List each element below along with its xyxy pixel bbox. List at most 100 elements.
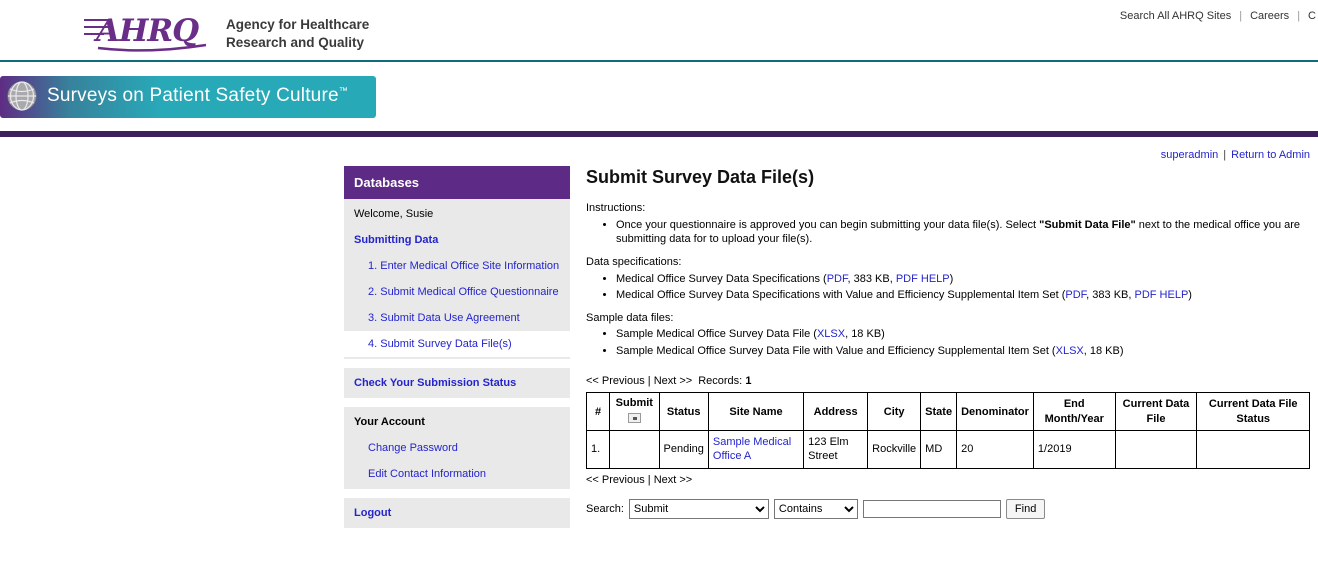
ahrq-logo[interactable]: AHRQ <box>84 7 212 60</box>
cell-denominator: 20 <box>957 430 1034 468</box>
col-header-end-month-year: End Month/Year <box>1033 393 1115 431</box>
agency-name: Agency for Healthcare Research and Quali… <box>226 16 369 51</box>
records-label: Records: <box>698 375 742 387</box>
col-header-state: State <box>921 393 957 431</box>
sidebar-item-logout[interactable]: Logout <box>344 500 570 526</box>
sidebar-item-enter-site-information[interactable]: 1. Enter Medical Office Site Information <box>344 253 570 279</box>
admin-bar: superadmin | Return to Admin <box>344 149 1310 161</box>
sops-banner: Surveys on Patient Safety Culture™ <box>0 76 376 118</box>
top-nav-separator: | <box>1239 10 1242 22</box>
records-count: Records: 1 <box>698 375 751 387</box>
col-header-number: # <box>587 393 610 431</box>
cell-state: MD <box>921 430 957 468</box>
cell-city: Rockville <box>868 430 921 468</box>
search-operator-select[interactable]: Contains <box>774 499 858 519</box>
page-title: Submit Survey Data File(s) <box>586 166 1310 189</box>
next-link[interactable]: Next >> <box>654 375 693 387</box>
sidebar-your-account-heading: Your Account <box>344 409 570 435</box>
search-label: Search: <box>586 502 624 516</box>
pagination-top: << Previous | Next >> Records: 1 <box>586 374 1310 388</box>
pdf-help-link[interactable]: PDF HELP <box>896 273 950 285</box>
find-button[interactable]: Find <box>1006 499 1045 519</box>
sample-file-bullet: Sample Medical Office Survey Data File (… <box>616 327 1310 341</box>
pdf-link[interactable]: PDF <box>1065 289 1086 301</box>
cell-status: Pending <box>659 430 708 468</box>
col-header-denominator: Denominator <box>957 393 1034 431</box>
sidebar-item-edit-contact-information[interactable]: Edit Contact Information <box>344 461 570 487</box>
col-header-current-data-file: Current Data File <box>1115 393 1197 431</box>
records-table: # Submit Status Site Name Address City S… <box>586 392 1310 469</box>
bullet-text: ) <box>1188 289 1192 301</box>
main-content: Submit Survey Data File(s) Instructions:… <box>570 166 1310 519</box>
col-header-current-data-file-status: Current Data File Status <box>1197 393 1310 431</box>
col-header-site-name: Site Name <box>708 393 803 431</box>
bullet-text: , 383 KB, <box>848 273 896 285</box>
data-spec-bullet: Medical Office Survey Data Specification… <box>616 272 1310 286</box>
cell-current-data-file <box>1115 430 1197 468</box>
pdf-link[interactable]: PDF <box>827 273 848 285</box>
search-bar: Search: Submit Contains Find <box>586 499 1310 519</box>
site-header: Search All AHRQ Sites|Careers|C AHRQ Age… <box>0 0 1318 62</box>
top-nav-contact-cutoff[interactable]: C <box>1308 10 1316 22</box>
bullet-text: , 383 KB, <box>1086 289 1134 301</box>
pagination-separator: | <box>645 375 654 387</box>
return-to-admin-link[interactable]: Return to Admin <box>1231 149 1310 161</box>
sample-file-bullet: Sample Medical Office Survey Data File w… <box>616 344 1310 358</box>
instructions-list: Once your questionnaire is approved you … <box>586 218 1310 247</box>
site-name-link[interactable]: Sample Medical Office A <box>713 436 791 462</box>
banner-title: Surveys on Patient Safety Culture™ <box>47 85 348 107</box>
col-header-city: City <box>868 393 921 431</box>
sidebar: Databases Welcome, Susie Submitting Data… <box>344 166 570 537</box>
logo-row: AHRQ Agency for Healthcare Research and … <box>84 7 369 60</box>
trademark-symbol: ™ <box>339 86 348 96</box>
bullet-text: Once your questionnaire is approved you … <box>616 219 1039 231</box>
sidebar-item-submit-questionnaire[interactable]: 2. Submit Medical Office Questionnaire <box>344 279 570 305</box>
top-nav: Search All AHRQ Sites|Careers|C <box>1120 10 1316 22</box>
instructions-bullet: Once your questionnaire is approved you … <box>616 218 1310 247</box>
sidebar-group-submitting: Welcome, Susie Submitting Data 1. Enter … <box>344 199 570 359</box>
superadmin-link[interactable]: superadmin <box>1161 149 1218 161</box>
col-header-address: Address <box>804 393 868 431</box>
top-nav-careers[interactable]: Careers <box>1250 10 1289 22</box>
bullet-text: Sample Medical Office Survey Data File ( <box>616 328 817 340</box>
records-value: 1 <box>745 375 751 387</box>
sidebar-item-submit-survey-data-files[interactable]: 4. Submit Survey Data File(s) <box>344 331 570 357</box>
next-link[interactable]: Next >> <box>654 474 693 486</box>
sidebar-welcome-text: Welcome, Susie <box>344 201 570 227</box>
admin-separator: | <box>1223 149 1226 161</box>
sidebar-item-submit-data-use-agreement[interactable]: 3. Submit Data Use Agreement <box>344 305 570 331</box>
col-header-submit-label: Submit <box>614 396 654 410</box>
sidebar-item-submitting-data[interactable]: Submitting Data <box>344 227 570 253</box>
search-field-select[interactable]: Submit <box>629 499 769 519</box>
pagination-separator: | <box>645 474 654 486</box>
xlsx-link[interactable]: XLSX <box>817 328 845 340</box>
data-specifications-list: Medical Office Survey Data Specification… <box>586 272 1310 303</box>
page-content: superadmin | Return to Admin Databases Wel… <box>0 137 1318 567</box>
sort-icon[interactable] <box>628 413 641 423</box>
sidebar-item-check-submission-status[interactable]: Check Your Submission Status <box>344 370 570 396</box>
agency-name-line2: Research and Quality <box>226 34 369 52</box>
pdf-help-link[interactable]: PDF HELP <box>1134 289 1188 301</box>
svg-text:AHRQ: AHRQ <box>93 13 199 49</box>
top-nav-search-all-ahrq[interactable]: Search All AHRQ Sites <box>1120 10 1231 22</box>
bullet-text: Medical Office Survey Data Specification… <box>616 289 1065 301</box>
xlsx-link[interactable]: XLSX <box>1056 345 1084 357</box>
cell-end-month-year: 1/2019 <box>1033 430 1115 468</box>
ahrq-logo-icon: AHRQ <box>84 7 212 55</box>
sidebar-group-logout: Logout <box>344 498 570 528</box>
cell-number: 1. <box>587 430 610 468</box>
col-header-submit: Submit <box>610 393 659 431</box>
pagination-bottom: << Previous | Next >> <box>586 473 1310 487</box>
sidebar-group-account: Your Account Change Password Edit Contac… <box>344 407 570 489</box>
sidebar-header-databases: Databases <box>344 166 570 199</box>
bullet-text: ) <box>950 273 954 285</box>
bullet-text: , 18 KB) <box>845 328 885 340</box>
sidebar-group-status: Check Your Submission Status <box>344 368 570 398</box>
cell-address: 123 Elm Street <box>804 430 868 468</box>
sidebar-item-change-password[interactable]: Change Password <box>344 435 570 461</box>
search-input[interactable] <box>863 500 1001 518</box>
previous-link[interactable]: << Previous <box>586 375 645 387</box>
globe-icon <box>7 81 37 111</box>
data-spec-bullet: Medical Office Survey Data Specification… <box>616 288 1310 302</box>
previous-link[interactable]: << Previous <box>586 474 645 486</box>
